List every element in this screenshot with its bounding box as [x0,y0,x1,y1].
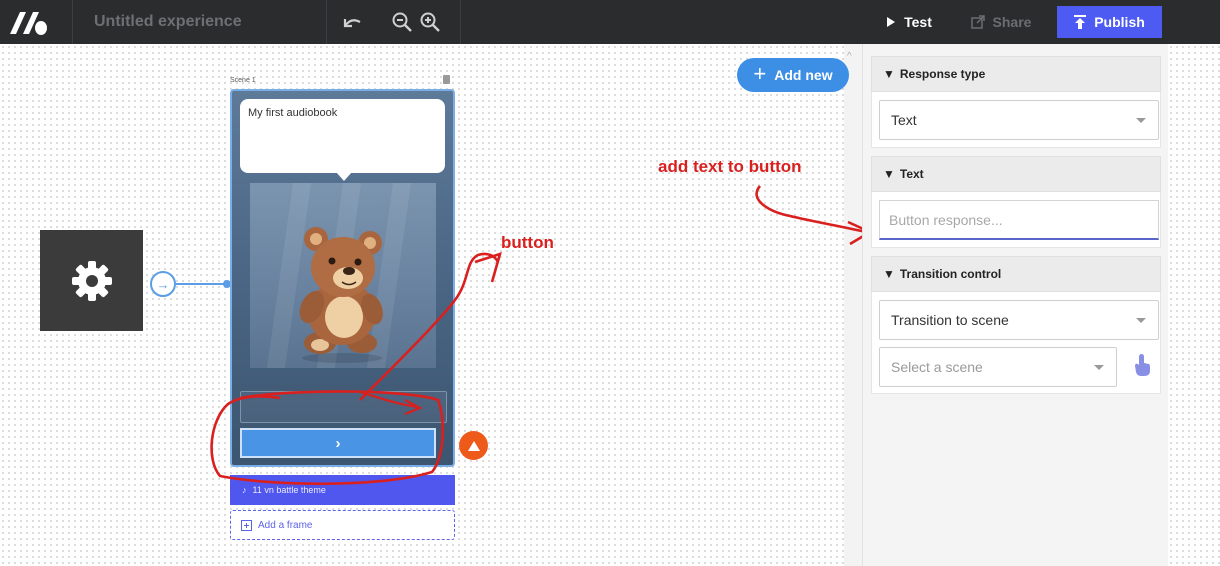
add-frame-icon [241,519,252,531]
experience-title[interactable]: Untitled experience [94,13,242,31]
bubble-text: My first audiobook [248,107,338,119]
transition-header[interactable]: ▼ Transition control [871,256,1161,292]
button-response-input[interactable]: Button response... [879,200,1159,240]
scene-card[interactable]: My first audiobook › [230,89,455,467]
transition-select[interactable]: Transition to scene [879,300,1159,340]
transition-body: Transition to scene Select a scene [871,292,1161,394]
scene-placeholder: Select a scene [891,359,983,375]
canvas-scrollbar[interactable] [844,44,862,566]
publish-button[interactable]: Publish [1057,6,1162,38]
gear-icon [71,260,112,301]
triangle-down-icon: ▼ [883,267,895,281]
bubble-tail [336,172,352,181]
publish-label: Publish [1094,14,1145,30]
teddy-bear-image[interactable] [250,183,436,368]
test-button[interactable]: Test [873,6,945,38]
music-icon: ♪ [242,485,247,495]
play-icon [887,17,896,27]
text-body: Button response... [871,192,1161,248]
triangle-down-icon: ▼ [883,167,895,181]
scene-select[interactable]: Select a scene [879,347,1117,387]
undo-icon[interactable] [340,10,364,34]
start-settings-node[interactable] [40,230,143,331]
connector-arrow-icon[interactable]: → [150,271,176,297]
annotation-text-label: add text to button [658,157,802,176]
scroll-up-icon[interactable]: ^ [847,51,852,62]
share-button[interactable]: Share [958,6,1044,38]
caret-down-icon [1094,365,1104,370]
zoom-out-icon[interactable] [390,10,414,34]
scene-label: Scene 1 [230,77,256,84]
response-type-select[interactable]: Text [879,100,1159,140]
top-bar: Untitled experience Test Share Publish [0,0,1220,44]
zoom-in-icon[interactable] [418,10,442,34]
teddy-bear-icon [299,227,383,363]
add-frame-button[interactable]: Add a frame [230,510,455,540]
response-type-value: Text [891,112,917,128]
share-label: Share [992,14,1032,30]
properties-panel: ▼ Response type Text ▼ Text Button respo… [862,44,1168,566]
connector-line [176,283,226,285]
theme-label: 11 vn battle theme [252,485,326,495]
pointer-hand-icon[interactable] [1129,352,1155,378]
trash-icon[interactable] [443,75,450,84]
caret-down-icon [1136,118,1146,123]
text-title: Text [899,167,924,181]
response-type-header[interactable]: ▼ Response type [871,56,1161,92]
transition-title: Transition control [899,267,1002,281]
response-input-area[interactable] [240,391,447,423]
speech-bubble[interactable]: My first audiobook [240,99,445,173]
canvas-gutter [1168,44,1220,566]
transition-value: Transition to scene [891,312,1009,328]
warning-icon[interactable] [459,431,488,460]
annotation-button-label: button [501,233,554,252]
add-new-label: Add new [774,67,833,83]
button-response-placeholder: Button response... [889,211,1003,228]
response-type-title: Response type [899,67,986,81]
add-new-button[interactable]: + Add new [737,58,849,92]
chevron-right-icon: › [335,434,341,452]
next-button[interactable]: › [240,428,436,458]
share-icon [970,15,985,29]
caret-down-icon [1136,318,1146,323]
theme-bar[interactable]: ♪ 11 vn battle theme [230,475,455,505]
text-header[interactable]: ▼ Text [871,156,1161,192]
upload-icon [1074,15,1087,29]
response-type-body: Text [871,92,1161,148]
test-label: Test [904,14,932,30]
plus-icon: + [753,61,767,86]
app-logo-icon[interactable] [6,6,68,38]
add-frame-label: Add a frame [258,519,313,531]
triangle-down-icon: ▼ [883,67,895,81]
